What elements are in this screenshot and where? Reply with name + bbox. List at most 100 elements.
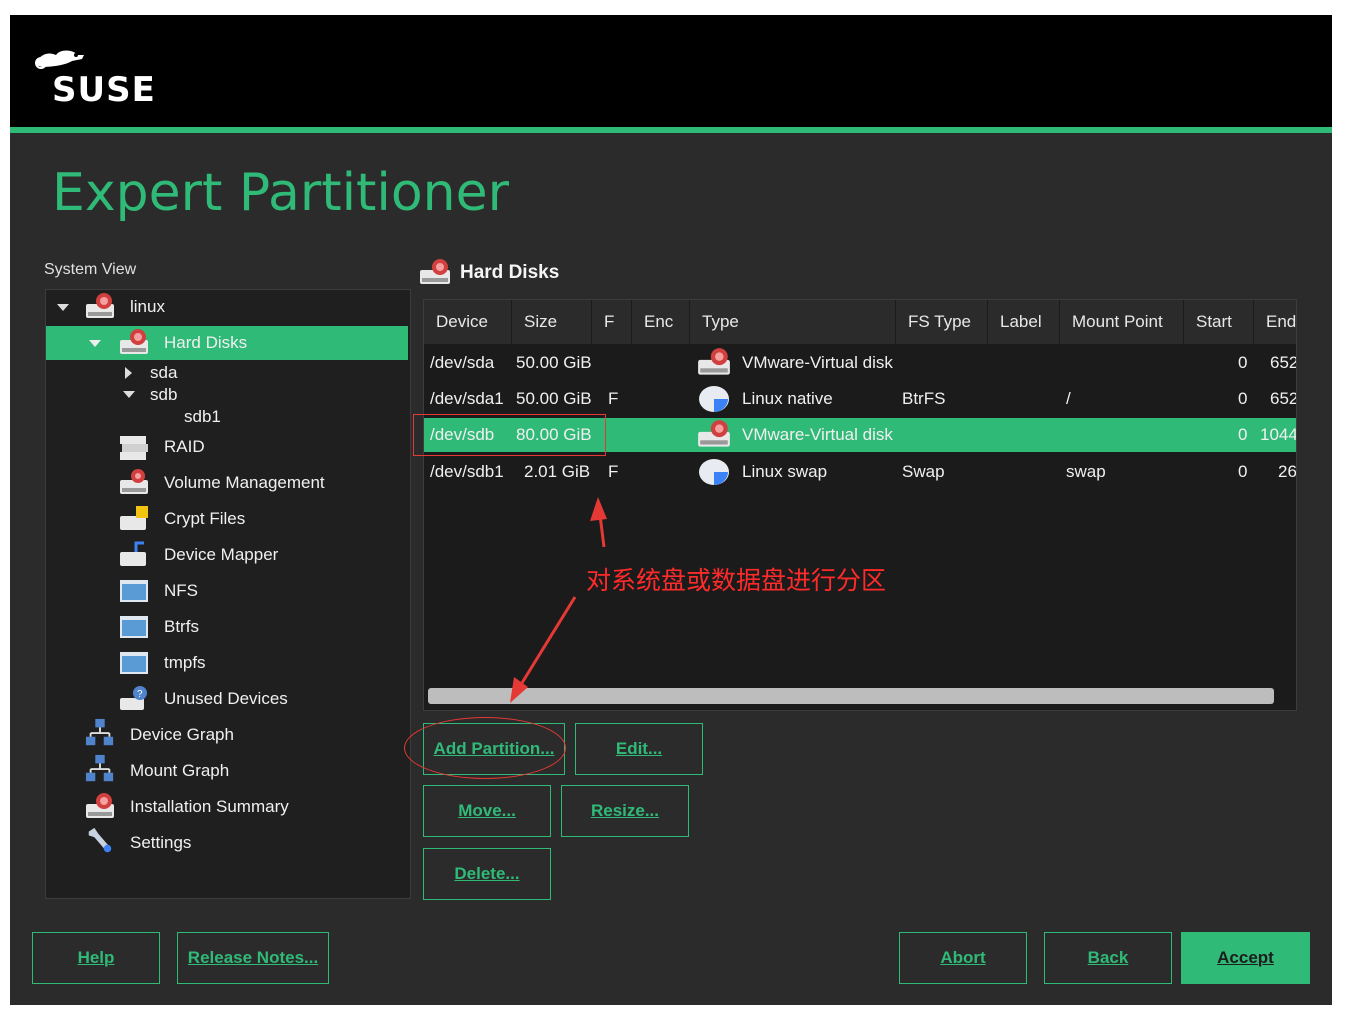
tree-item-hard-disks[interactable]: Hard Disks xyxy=(46,326,408,360)
system-view-tree[interactable]: linux Hard Disks sda sdb sdb1 RAID Volum… xyxy=(45,289,411,899)
harddisk-icon xyxy=(86,793,114,818)
table-row[interactable]: /dev/sdb1 2.01 GiB F Linux swap Swap swa… xyxy=(424,455,1296,489)
column-header-size[interactable]: Size xyxy=(512,300,592,344)
tree-item-btrfs[interactable]: Btrfs xyxy=(46,610,408,644)
tree-item-label: Device Mapper xyxy=(164,545,279,564)
graph-icon xyxy=(85,718,114,746)
tree-item-label: sda xyxy=(150,363,178,382)
crypt-icon xyxy=(120,506,148,530)
tree-item-label: RAID xyxy=(164,437,205,456)
cell-start: 0 xyxy=(1238,425,1248,444)
cell-end: 1044 xyxy=(1260,425,1297,444)
raid-icon xyxy=(120,436,148,460)
cell-size: 2.01 GiB xyxy=(524,462,591,481)
back-button[interactable]: Back xyxy=(1044,932,1172,984)
tree-item-label: Volume Management xyxy=(164,473,325,492)
cell-mount-point: / xyxy=(1066,389,1071,408)
tree-item-label: Mount Graph xyxy=(130,761,230,780)
column-header-start[interactable]: Start xyxy=(1184,300,1254,344)
table-row[interactable]: /dev/sda 50.00 GiB VMware-Virtual disk 0… xyxy=(424,346,1296,380)
graph-icon xyxy=(85,754,114,782)
partition-table[interactable]: Device Size F Enc Type FS Type Label Mou… xyxy=(423,299,1297,711)
cell-end: 652 xyxy=(1270,353,1297,372)
tree-item-sdb1[interactable]: sdb1 xyxy=(46,406,408,428)
tree-item-unused-devices[interactable]: ? Unused Devices xyxy=(46,682,408,716)
table-row[interactable]: /dev/sda1 50.00 GiB F Linux native BtrFS… xyxy=(424,382,1296,416)
tree-item-label: Device Graph xyxy=(130,725,234,744)
tree-item-raid[interactable]: RAID xyxy=(46,430,408,464)
harddisk-icon xyxy=(86,293,114,318)
column-header-label[interactable]: Label xyxy=(988,300,1060,344)
tree-item-device-graph[interactable]: Device Graph xyxy=(46,718,408,752)
column-header-device[interactable]: Device xyxy=(424,300,512,344)
resize-button[interactable]: Resize... xyxy=(561,785,689,837)
column-header-f[interactable]: F xyxy=(592,300,632,344)
delete-button[interactable]: Delete... xyxy=(423,848,551,900)
chevron-down-icon[interactable] xyxy=(56,301,70,315)
cell-size: 50.00 GiB xyxy=(516,389,592,408)
suse-logo: SUSE xyxy=(32,45,172,115)
partition-icon xyxy=(699,459,729,485)
annotation-text: 对系统盘或数据盘进行分区 xyxy=(586,566,887,595)
cell-fs-type: BtrFS xyxy=(902,389,946,408)
column-header-type[interactable]: Type xyxy=(690,300,896,344)
tree-item-nfs[interactable]: NFS xyxy=(46,574,408,608)
horizontal-scrollbar[interactable] xyxy=(428,688,1274,704)
cell-type: VMware-Virtual disk xyxy=(742,425,893,444)
chevron-right-icon[interactable] xyxy=(122,366,136,380)
tree-item-label: Hard Disks xyxy=(164,333,248,352)
installer-window: SUSE Expert Partitioner System View linu… xyxy=(10,15,1332,1005)
abort-button[interactable]: Abort xyxy=(899,932,1027,984)
cell-mount-point: swap xyxy=(1066,462,1106,481)
column-header-mount-point[interactable]: Mount Point xyxy=(1060,300,1184,344)
column-header-enc[interactable]: Enc xyxy=(632,300,690,344)
cell-start: 0 xyxy=(1238,389,1248,408)
tree-item-label: Settings xyxy=(130,833,192,852)
cell-f: F xyxy=(608,389,619,408)
help-button[interactable]: Help xyxy=(32,932,160,984)
column-header-end[interactable]: End xyxy=(1254,300,1296,344)
edit-button[interactable]: Edit... xyxy=(575,723,703,775)
partition-icon xyxy=(699,386,729,412)
harddisk-icon xyxy=(698,348,730,375)
harddisk-icon xyxy=(698,420,730,447)
column-header-fs-type[interactable]: FS Type xyxy=(896,300,988,344)
tree-item-volume-management[interactable]: Volume Management xyxy=(46,466,408,500)
tree-item-label: Btrfs xyxy=(164,617,199,636)
tree-item-mount-graph[interactable]: Mount Graph xyxy=(46,754,408,788)
panel-title: Hard Disks xyxy=(460,262,560,283)
cell-device: /dev/sda1 xyxy=(430,389,504,408)
system-view-label: System View xyxy=(44,261,137,278)
tree-item-label: linux xyxy=(130,297,165,316)
tree-item-device-mapper[interactable]: Device Mapper xyxy=(46,538,408,572)
svg-text:?: ? xyxy=(137,689,143,700)
cell-type: Linux native xyxy=(742,389,833,408)
cell-f: F xyxy=(608,462,619,481)
volume-icon xyxy=(120,469,148,494)
tree-item-sda[interactable]: sda xyxy=(46,362,408,384)
release-notes-button[interactable]: Release Notes... xyxy=(177,932,329,984)
header-bar: SUSE xyxy=(10,15,1332,127)
cell-device: /dev/sda xyxy=(430,353,495,372)
tree-item-tmpfs[interactable]: tmpfs xyxy=(46,646,408,680)
tree-item-sdb[interactable]: sdb xyxy=(46,384,408,406)
tree-item-label: Installation Summary xyxy=(130,797,289,816)
harddisk-icon xyxy=(420,259,450,284)
cell-size: 50.00 GiB xyxy=(516,353,592,372)
unused-icon: ? xyxy=(120,686,147,710)
annotation-highlight-ellipse xyxy=(404,717,566,779)
brand-logo-text: SUSE xyxy=(52,70,156,110)
chevron-down-icon[interactable] xyxy=(88,337,102,351)
folder-icon xyxy=(120,616,148,638)
tree-item-label: sdb xyxy=(150,385,178,404)
move-button[interactable]: Move... xyxy=(423,785,551,837)
tree-item-crypt-files[interactable]: Crypt Files xyxy=(46,502,408,536)
cell-fs-type: Swap xyxy=(902,462,945,481)
folder-icon xyxy=(120,652,148,674)
chevron-down-icon[interactable] xyxy=(122,388,136,402)
tree-item-settings[interactable]: Settings xyxy=(46,826,408,860)
tree-item-linux[interactable]: linux xyxy=(46,290,408,324)
tree-item-label: NFS xyxy=(164,581,198,600)
tree-item-installation-summary[interactable]: Installation Summary xyxy=(46,790,408,824)
accept-button[interactable]: Accept xyxy=(1181,932,1310,984)
